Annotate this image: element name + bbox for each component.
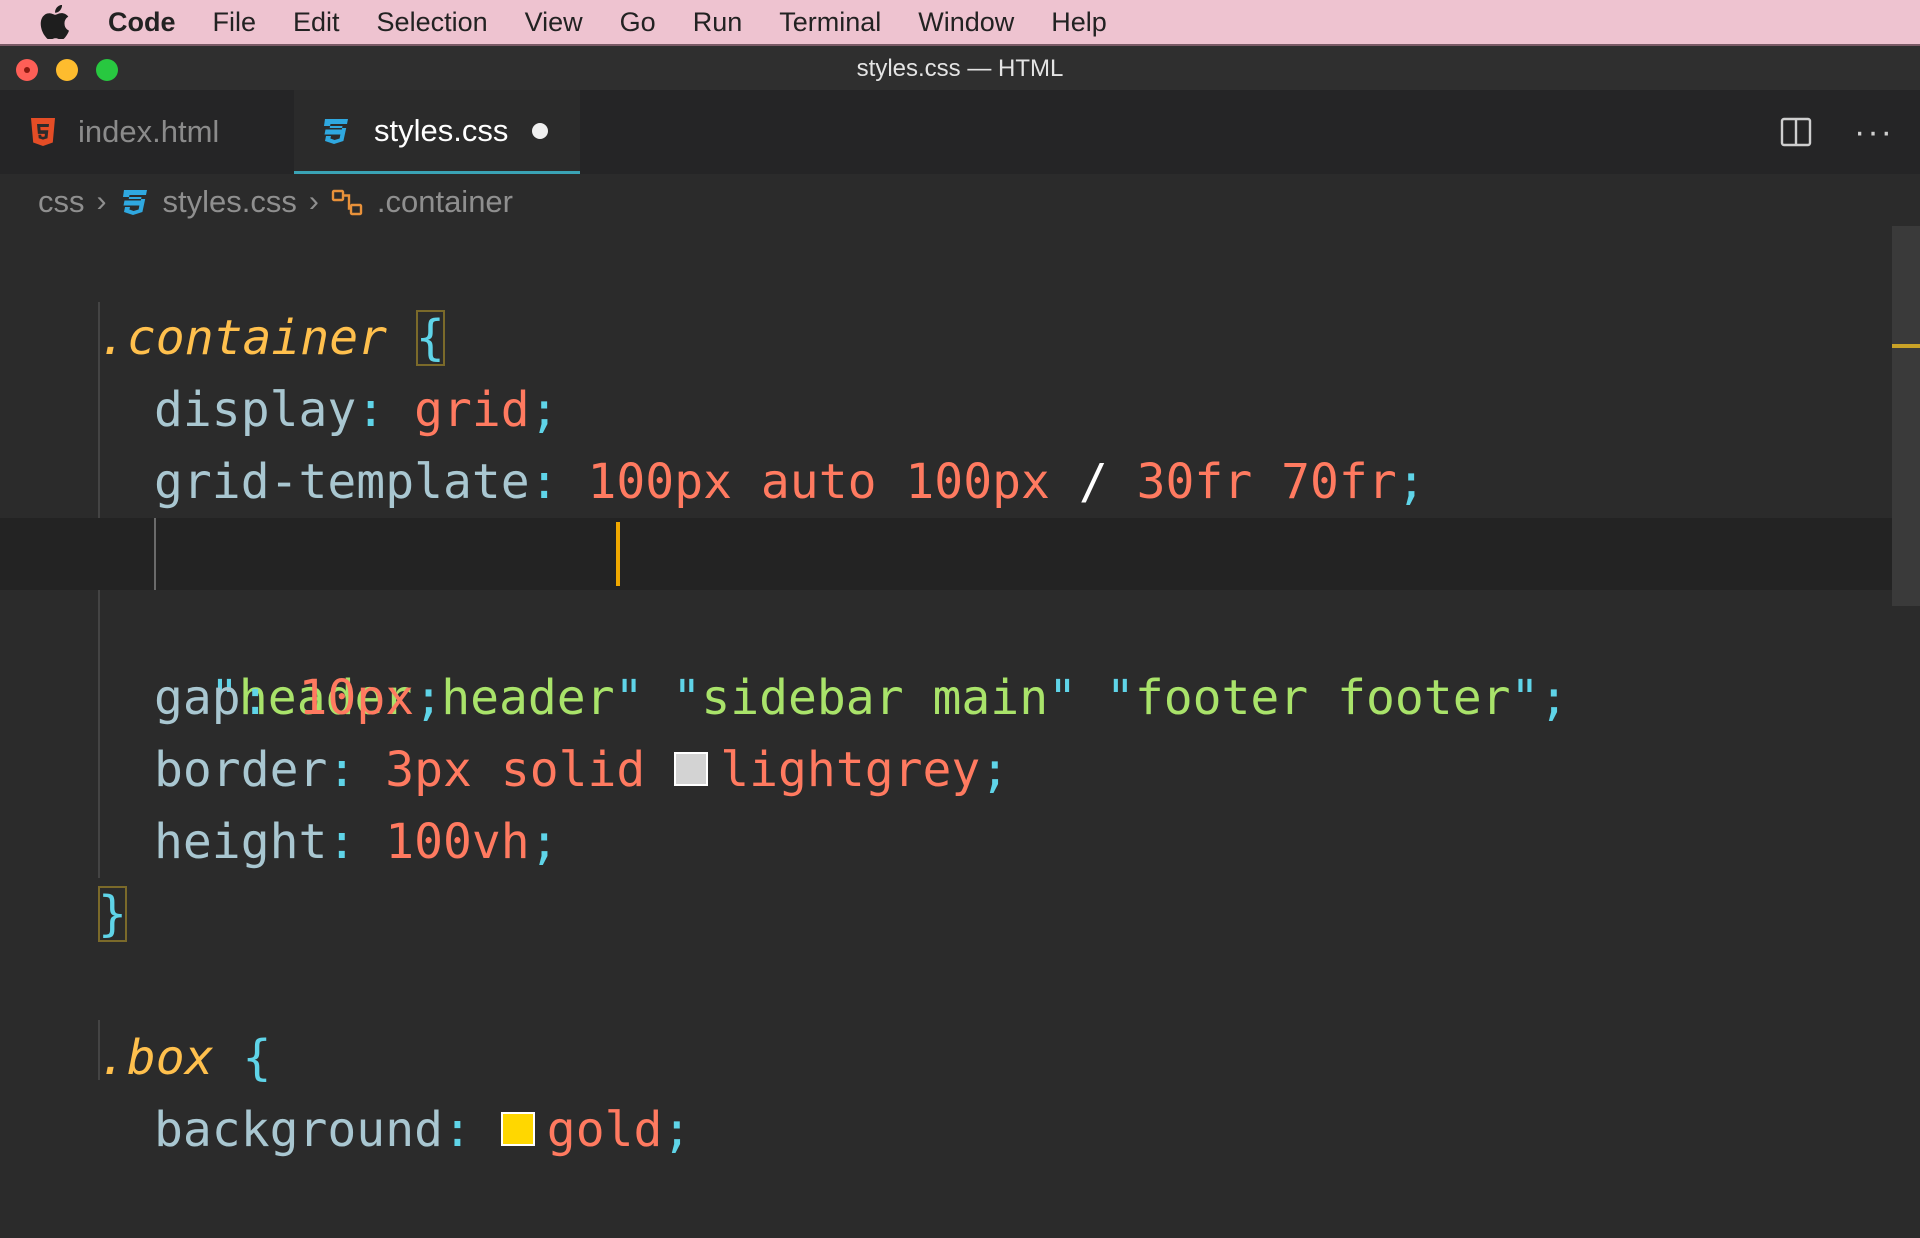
tab-index-html[interactable]: index.html xyxy=(0,90,292,174)
tab-label: index.html xyxy=(78,114,220,149)
semicolon-token: ; xyxy=(662,1102,692,1158)
menu-selection[interactable]: Selection xyxy=(377,7,488,38)
menu-app-name[interactable]: Code xyxy=(108,7,176,38)
html5-icon xyxy=(30,117,56,147)
colon-token: : xyxy=(442,1102,472,1158)
tab-styles-css[interactable]: styles.css xyxy=(294,90,580,174)
code-line: display: grid; xyxy=(0,302,1892,438)
code-line: background: gold; xyxy=(0,1022,1892,1158)
code-line: gap: 10px; xyxy=(0,590,1892,726)
tab-actions: ··· xyxy=(1780,90,1920,174)
symbol-class-icon xyxy=(331,187,365,217)
breadcrumb-symbol-label: .container xyxy=(376,184,513,219)
code-line: .container { xyxy=(0,230,1892,366)
current-code-line: "header header" "sidebar main" "footer f… xyxy=(0,518,1892,726)
chevron-right-icon: › xyxy=(308,185,319,218)
menu-terminal[interactable]: Terminal xyxy=(779,7,881,38)
indent-guide xyxy=(154,518,156,590)
code-line: .box { xyxy=(0,950,1892,1086)
split-editor-icon[interactable] xyxy=(1780,116,1812,148)
menu-edit[interactable]: Edit xyxy=(293,7,340,38)
menu-view[interactable]: View xyxy=(525,7,583,38)
code-line: grid-template: 100px auto 100px / 30fr 7… xyxy=(0,374,1892,510)
unsaved-dot-icon[interactable] xyxy=(532,122,549,139)
code-editor[interactable]: .container { display: grid; grid-templat… xyxy=(0,230,1892,1158)
editor-tab-bar: index.html styles.css ··· xyxy=(0,90,1920,174)
menu-window[interactable]: Window xyxy=(918,7,1014,38)
chevron-right-icon: › xyxy=(96,185,107,218)
overview-ruler-marker xyxy=(1892,344,1920,348)
code-line: grid-template-areas: xyxy=(0,446,1892,582)
code-content: background: gold; xyxy=(154,1094,691,1166)
code-line: } xyxy=(0,806,1892,942)
apple-icon[interactable] xyxy=(40,5,72,39)
code-line: height: 100vh; xyxy=(0,734,1892,870)
vertical-scrollbar[interactable] xyxy=(1892,226,1920,606)
menu-go[interactable]: Go xyxy=(620,7,656,38)
menu-help[interactable]: Help xyxy=(1051,7,1107,38)
window-title: styles.css — HTML xyxy=(856,55,1064,82)
property-token: background xyxy=(154,1102,443,1158)
text-cursor xyxy=(616,522,620,586)
code-line: border: 3px solid lightgrey; xyxy=(0,662,1892,798)
breadcrumb-file-label: styles.css xyxy=(162,184,297,219)
menu-bar: Code File Edit Selection View Go Run Ter… xyxy=(0,0,1920,44)
window-title-bar: styles.css — HTML xyxy=(0,44,1920,90)
value-token: gold xyxy=(546,1102,663,1158)
css3-icon xyxy=(320,116,350,146)
breadcrumb-file[interactable]: styles.css xyxy=(119,184,297,220)
breadcrumb-symbol[interactable]: .container xyxy=(331,184,513,220)
breadcrumb: css › styles.css › .container xyxy=(0,174,1920,230)
more-actions-icon[interactable]: ··· xyxy=(1854,113,1894,152)
menu-run[interactable]: Run xyxy=(693,7,743,38)
menu-file[interactable]: File xyxy=(213,7,257,38)
color-swatch-gold[interactable] xyxy=(500,1112,535,1146)
breadcrumb-folder[interactable]: css xyxy=(38,184,85,220)
css3-icon xyxy=(119,187,149,217)
tab-label: styles.css xyxy=(374,112,509,148)
